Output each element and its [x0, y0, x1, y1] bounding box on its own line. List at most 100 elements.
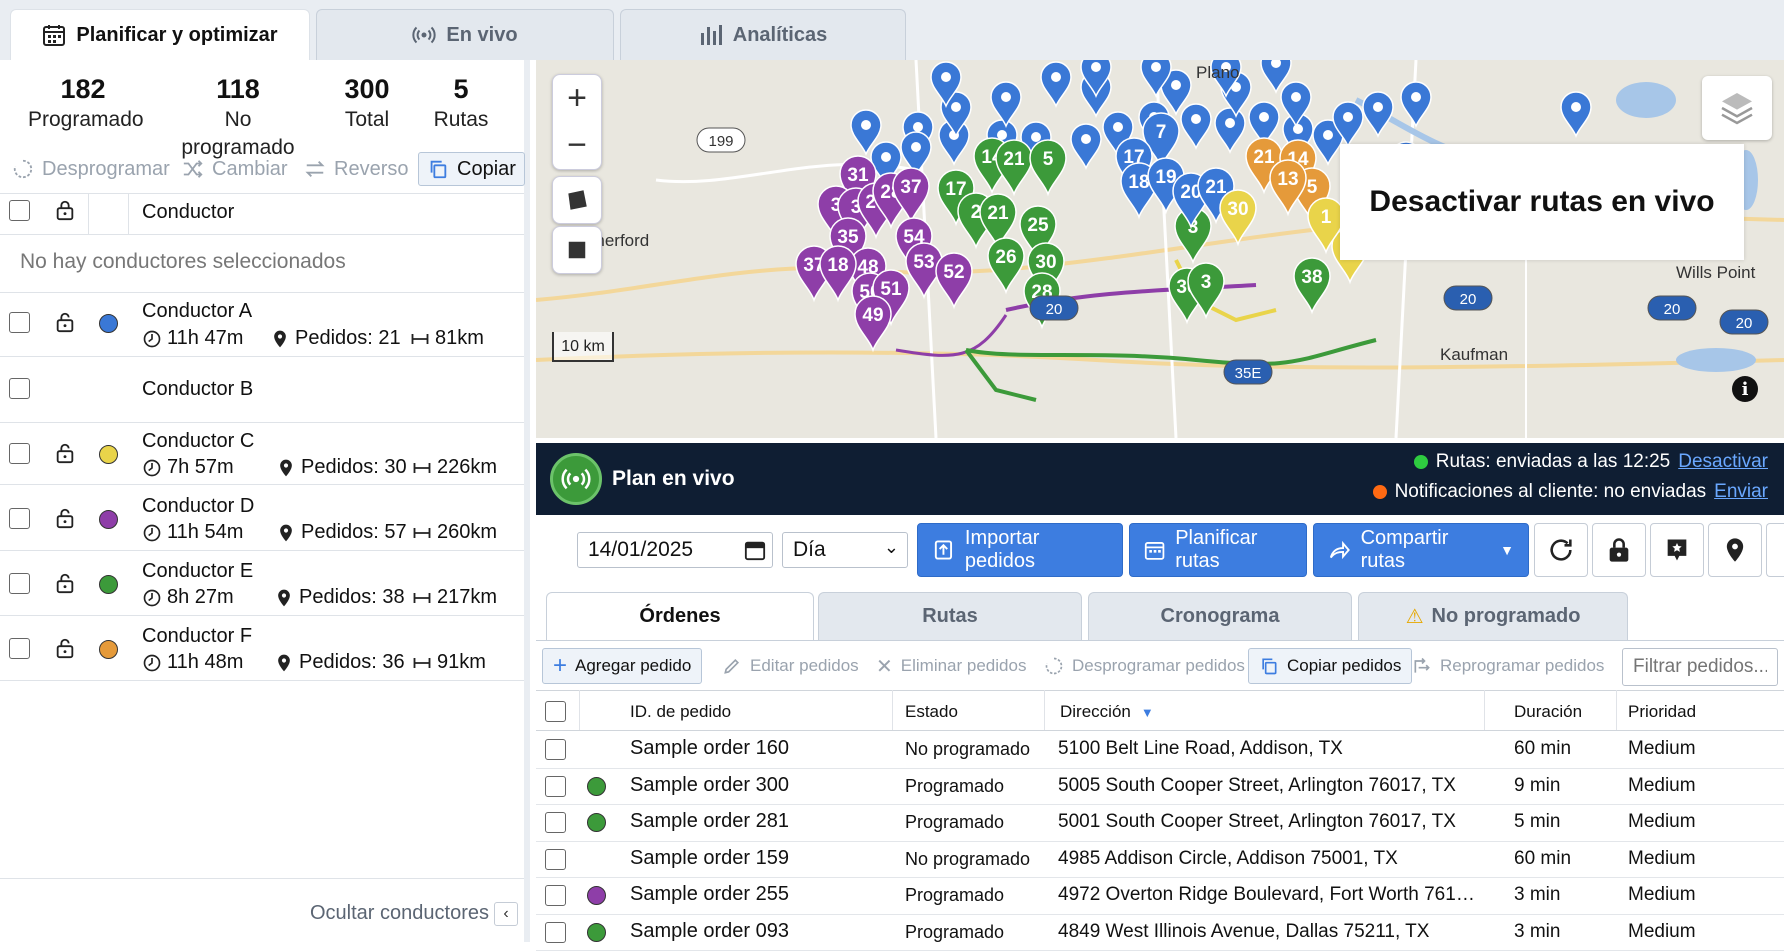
driver-checkbox[interactable]	[9, 378, 30, 399]
tab-unscheduled[interactable]: ⚠ No programado	[1358, 592, 1628, 640]
tab-plan-optimize[interactable]: Planificar y optimizar	[10, 9, 310, 60]
marker-dot	[1081, 134, 1091, 144]
order-status: Programado	[905, 885, 1005, 905]
driver-checkbox[interactable]	[9, 638, 30, 659]
clock-icon	[143, 330, 161, 347]
tab-orders[interactable]: Órdenes	[546, 592, 814, 640]
tab-routes[interactable]: Rutas	[818, 592, 1082, 640]
map-layers-button[interactable]	[1702, 76, 1772, 140]
lock-icon[interactable]	[54, 198, 76, 222]
order-id[interactable]: Sample order 159	[630, 847, 886, 870]
driver-name[interactable]: Conductor B	[142, 378, 253, 401]
import-orders-button[interactable]: Importar pedidos	[917, 523, 1123, 577]
order-id[interactable]: Sample order 160	[630, 737, 886, 760]
calendar-icon[interactable]	[744, 539, 766, 561]
swap-button[interactable]: Cambiar	[182, 152, 288, 186]
period-select[interactable]: Día ⌄	[782, 532, 908, 568]
route-map[interactable]: 3133272837355453374852505149181421517221…	[536, 60, 1784, 438]
deactivate-link[interactable]: Desactivar	[1678, 451, 1768, 473]
tab-timeline[interactable]: Cronograma	[1088, 592, 1352, 640]
rectangle-select-button[interactable]	[552, 226, 602, 274]
order-id[interactable]: Sample order 093	[630, 920, 886, 943]
col-address[interactable]: Dirección ▼	[1060, 702, 1154, 722]
more-tools-button[interactable]	[1766, 523, 1784, 577]
marker-dot	[1293, 124, 1303, 134]
lasso-select-button[interactable]	[552, 176, 602, 224]
unlock-icon[interactable]	[54, 310, 76, 334]
reschedule-orders-button[interactable]: Reprogramar pedidos	[1412, 648, 1604, 684]
marker-dot	[1259, 112, 1269, 122]
collapse-panel-button[interactable]: ‹	[494, 902, 518, 926]
select-all-orders-checkbox[interactable]	[545, 701, 566, 722]
no-drivers-message: No hay conductores seleccionados	[20, 250, 346, 273]
plan-routes-button[interactable]: Planificar rutas	[1129, 523, 1307, 577]
order-priority: Medium	[1628, 884, 1696, 905]
stat-value: 118	[216, 74, 260, 104]
date-input[interactable]: 14/01/2025	[577, 532, 773, 568]
order-id[interactable]: Sample order 300	[630, 774, 886, 797]
distance-icon	[413, 462, 431, 473]
unschedule-button[interactable]: Desprogramar	[12, 152, 170, 186]
order-checkbox[interactable]	[545, 739, 566, 760]
map-info-icon[interactable]: i	[1732, 376, 1758, 402]
driver-name[interactable]: Conductor E	[142, 560, 253, 583]
marker-number: 35	[837, 227, 859, 248]
unlock-icon[interactable]	[54, 506, 76, 530]
driver-name[interactable]: Conductor F	[142, 625, 252, 648]
driver-name[interactable]: Conductor A	[142, 300, 252, 323]
filter-orders-input[interactable]	[1622, 648, 1778, 686]
marker-number: 21	[1205, 177, 1227, 198]
select-all-drivers-checkbox[interactable]	[9, 200, 30, 221]
location-button[interactable]	[1708, 523, 1762, 577]
tab-label: Planificar y optimizar	[76, 23, 278, 46]
order-checkbox[interactable]	[545, 922, 566, 943]
zoom-in-button[interactable]: +	[567, 79, 587, 118]
chevron-left-icon: ‹	[503, 905, 509, 922]
driver-checkbox[interactable]	[9, 312, 30, 333]
copy-button[interactable]: Copiar	[418, 152, 525, 186]
marker-number: 3	[1201, 272, 1212, 293]
driver-checkbox[interactable]	[9, 573, 30, 594]
driver-color-dot	[99, 640, 118, 659]
order-checkbox[interactable]	[545, 776, 566, 797]
live-routes-tooltip: Desactivar rutas en vivo	[1340, 144, 1744, 260]
driver-checkbox[interactable]	[9, 443, 30, 464]
lock-button[interactable]	[1592, 523, 1646, 577]
zoom-out-button[interactable]: −	[567, 126, 587, 165]
share-routes-button[interactable]: Compartir rutas ▼	[1313, 523, 1529, 577]
order-priority: Medium	[1628, 811, 1696, 832]
order-checkbox[interactable]	[545, 885, 566, 906]
unlock-icon[interactable]	[54, 636, 76, 660]
col-duration[interactable]: Duración	[1514, 702, 1582, 722]
refresh-button[interactable]	[1534, 523, 1588, 577]
pin-star-button[interactable]	[1650, 523, 1704, 577]
driver-time: 11h 54m	[142, 521, 243, 544]
edit-orders-button[interactable]: Editar pedidos	[722, 648, 859, 684]
order-checkbox[interactable]	[545, 849, 566, 870]
order-id[interactable]: Sample order 281	[630, 810, 886, 833]
unlock-icon[interactable]	[54, 441, 76, 465]
col-status[interactable]: Estado	[905, 702, 958, 722]
shuffle-icon	[183, 160, 203, 178]
delete-orders-button[interactable]: ✕ Eliminar pedidos	[876, 648, 1026, 684]
send-link[interactable]: Enviar	[1714, 481, 1768, 503]
tab-analytics[interactable]: Analíticas	[620, 9, 906, 60]
driver-name[interactable]: Conductor C	[142, 430, 254, 453]
caret-down-icon: ▼	[1500, 542, 1514, 558]
driver-name[interactable]: Conductor D	[142, 495, 254, 518]
order-id[interactable]: Sample order 255	[630, 883, 886, 906]
unlock-icon[interactable]	[54, 571, 76, 595]
order-checkbox[interactable]	[545, 812, 566, 833]
reverse-button[interactable]: Reverso	[304, 152, 408, 186]
driver-checkbox[interactable]	[9, 508, 30, 529]
col-order-id[interactable]: ID. de pedido	[630, 702, 731, 722]
order-priority: Medium	[1628, 738, 1696, 759]
live-plan-bar: Plan en vivo Rutas: enviadas a las 12:25…	[536, 443, 1784, 515]
marker-dot	[1171, 80, 1181, 90]
tab-live[interactable]: En vivo	[316, 9, 614, 60]
col-priority[interactable]: Prioridad	[1628, 702, 1696, 722]
add-order-button[interactable]: + Agregar pedido	[542, 648, 703, 684]
unschedule-orders-button[interactable]: Desprogramar pedidos	[1044, 648, 1245, 684]
copy-orders-button[interactable]: Copiar pedidos	[1248, 648, 1413, 684]
hide-drivers-link[interactable]: Ocultar conductores	[310, 902, 489, 925]
